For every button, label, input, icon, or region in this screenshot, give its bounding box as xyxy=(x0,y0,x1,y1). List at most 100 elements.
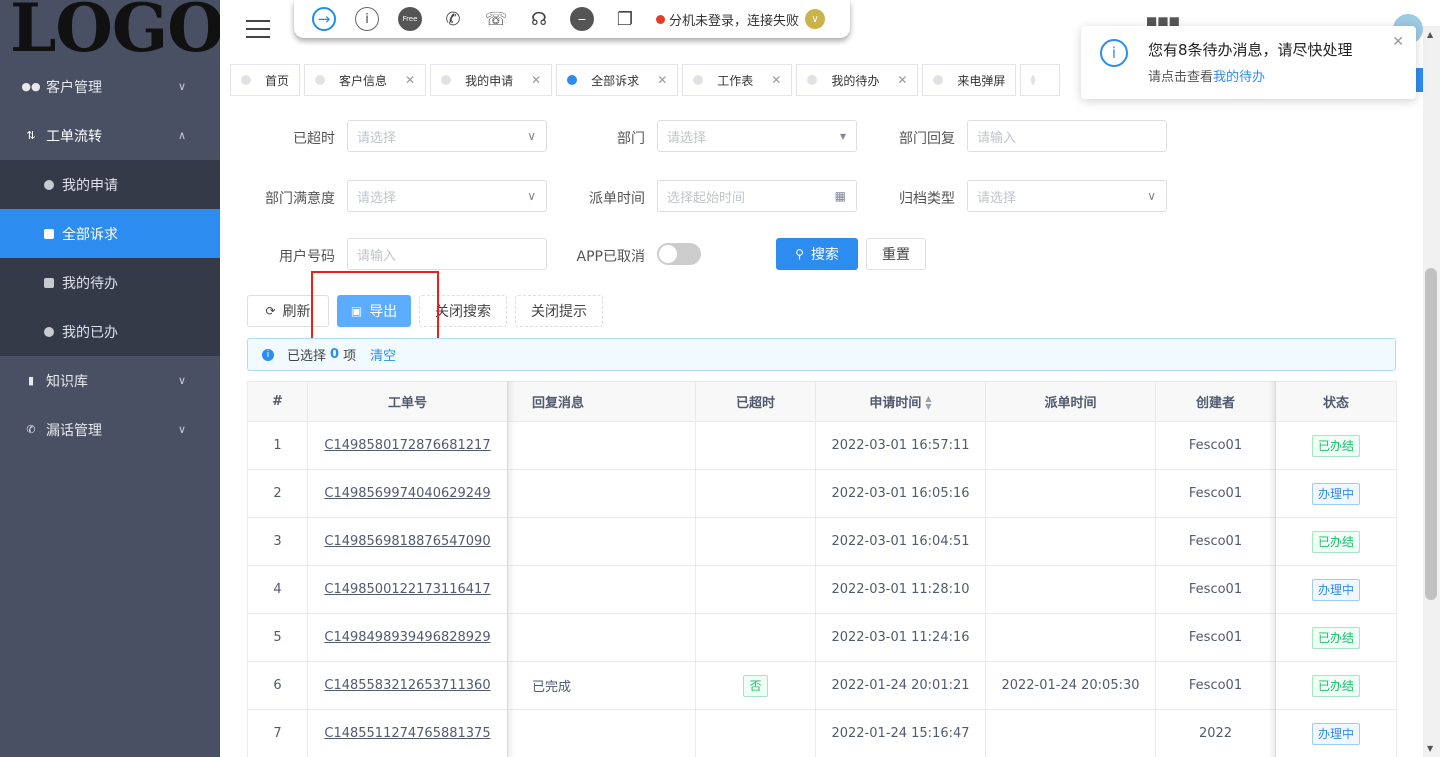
tab-more[interactable] xyxy=(1020,64,1061,96)
clear-selection-link[interactable]: 清空 xyxy=(370,345,396,364)
headset-icon[interactable]: ☊ xyxy=(527,7,551,31)
tab-label: 我的待办 xyxy=(831,73,880,88)
sidebar-subitem-label: 全部诉求 xyxy=(62,226,118,243)
sidebar-item-workflow[interactable]: ⇅ 工单流转 ∧ xyxy=(0,111,220,160)
chevron-down-icon: ∨ xyxy=(1147,189,1156,203)
dept-reply-input[interactable]: 请输入 xyxy=(967,120,1167,152)
sidebar-item-customer[interactable]: ●● 客户管理 ∨ xyxy=(0,62,220,111)
selection-count: 0 xyxy=(330,347,340,362)
tab-dot-icon xyxy=(807,75,818,85)
reset-button[interactable]: 重置 xyxy=(866,238,926,270)
tab-dot-icon xyxy=(567,75,578,85)
status-dot xyxy=(656,14,665,24)
cell-dispatch-time xyxy=(985,421,1156,470)
table-row[interactable]: 6 C1485583212653711360 已完成 否 2022-01-24 20:0… xyxy=(247,661,1397,710)
tab-label: 来电弹屏 xyxy=(957,73,1006,88)
transfer-call-icon[interactable]: ☏ xyxy=(484,7,508,31)
dispatch-time-label: 派单时间 xyxy=(589,191,645,207)
sidebar-subitem-all-requests[interactable]: 全部诉求 xyxy=(0,209,220,258)
workflow-icon: ⇅ xyxy=(26,129,36,142)
sidebar-item-label: 知识库 xyxy=(46,373,88,390)
dept-satisfaction-label: 部门满意度 xyxy=(265,191,335,207)
sidebar-item-missed-calls[interactable]: ✆ 漏话管理 ∨ xyxy=(0,405,220,454)
tab-all-requests[interactable]: 全部诉求 ✕ xyxy=(556,64,679,96)
tab-my-todo[interactable]: 我的待办 ✕ xyxy=(796,64,919,96)
cell-index: 2 xyxy=(247,469,308,518)
cell-reply xyxy=(507,517,696,566)
close-tips-button[interactable]: 关闭提示 xyxy=(515,295,603,327)
sidebar-subitem-my-apply[interactable]: 我的申请 xyxy=(0,160,220,209)
sidebar-item-knowledge[interactable]: ▮ 知识库 ∨ xyxy=(0,356,220,405)
dispatch-time-picker[interactable]: 选择起始时间 ▦ xyxy=(657,180,857,212)
menu-toggle-icon[interactable] xyxy=(246,20,270,38)
tab-home[interactable]: 首页 xyxy=(230,64,301,96)
app-cancelled-switch[interactable] xyxy=(657,243,701,265)
tab-customer-info[interactable]: 客户信息 ✕ xyxy=(304,64,427,96)
sort-icon[interactable]: ▲ ▼ xyxy=(925,395,931,411)
scroll-down-icon[interactable]: ▼ xyxy=(1427,744,1433,753)
overdue-select[interactable]: 请选择 ∨ xyxy=(347,120,547,152)
close-icon[interactable]: ✕ xyxy=(1392,34,1404,50)
close-icon[interactable]: ✕ xyxy=(897,73,907,87)
cell-apply-time: 2022-03-01 11:28:10 xyxy=(815,565,986,614)
table-header-row: # 工单号 回复消息 已超时 申请时间 ▲ ▼ 派单时间 创建者 状态 xyxy=(247,381,1397,422)
sidebar-subitem-my-todo[interactable]: 我的待办 xyxy=(0,258,220,307)
call-icon[interactable]: ✆ xyxy=(441,7,465,31)
cell-apply-time: 2022-01-24 20:01:21 xyxy=(815,661,986,710)
cell-work-order-no: C1498500122173116417 xyxy=(307,565,508,614)
logo: LOGO xyxy=(10,0,220,62)
chevron-down-icon: ∨ xyxy=(177,423,186,436)
user-phone-input[interactable]: 请输入 xyxy=(347,238,547,270)
table-row[interactable]: 1 C1498580172876681217 2022-03-01 16:57:11… xyxy=(247,421,1397,470)
table-row[interactable]: 4 C1498500122173116417 2022-03-01 11:28:10… xyxy=(247,565,1397,614)
cell-work-order-no: C1498580172876681217 xyxy=(307,421,508,470)
notification-link[interactable]: 我的待办 xyxy=(1213,70,1265,85)
work-order-link[interactable]: C1498498939496828929 xyxy=(324,630,490,645)
tab-worksheet[interactable]: 工作表 ✕ xyxy=(682,64,793,96)
tab-incoming-call[interactable]: 来电弹屏 xyxy=(922,64,1017,96)
search-button-label: 搜索 xyxy=(810,247,839,263)
info-icon: i xyxy=(262,348,274,361)
copy-icon[interactable]: ❐ xyxy=(613,7,637,31)
work-order-link[interactable]: C1498569974040629249 xyxy=(324,486,490,501)
work-order-link[interactable]: C1485583212653711360 xyxy=(324,678,490,693)
work-order-link[interactable]: C1498580172876681217 xyxy=(324,438,490,453)
cell-creator: Fesco01 xyxy=(1155,517,1276,566)
sidebar-subitem-my-done[interactable]: 我的已办 xyxy=(0,307,220,356)
chevron-down-icon[interactable]: ∨ xyxy=(805,9,826,29)
tab-label: 首页 xyxy=(265,73,290,88)
table-row[interactable]: 2 C1498569974040629249 2022-03-01 16:05:16… xyxy=(247,469,1397,518)
dept-satisfaction-select[interactable]: 请选择 ∨ xyxy=(347,180,547,212)
date-placeholder: 选择起始时间 xyxy=(667,190,746,206)
cell-creator: Fesco01 xyxy=(1155,469,1276,518)
info-icon[interactable]: i xyxy=(355,7,379,31)
table-row[interactable]: 3 C1498569818876547090 2022-03-01 16:04:51… xyxy=(247,517,1397,566)
work-order-link[interactable]: C1498500122173116417 xyxy=(324,582,490,597)
cell-dispatch-time xyxy=(985,517,1156,566)
dot-icon xyxy=(44,326,54,337)
free-icon[interactable]: Free xyxy=(398,7,422,31)
close-icon[interactable]: ✕ xyxy=(531,73,541,87)
book-icon: ▮ xyxy=(27,374,35,387)
close-icon[interactable]: ✕ xyxy=(771,73,781,87)
status-badge: 办理中 xyxy=(1311,722,1360,745)
scrollbar-thumb[interactable] xyxy=(1425,268,1437,600)
dot-icon xyxy=(44,179,54,190)
search-button[interactable]: ⚲ 搜索 xyxy=(776,238,858,270)
hangup-icon[interactable]: ‒ xyxy=(570,7,594,31)
status-badge: 办理中 xyxy=(1311,482,1360,505)
col-apply-time[interactable]: 申请时间 ▲ ▼ xyxy=(815,381,986,422)
dept-select[interactable]: 请选择 ▾ xyxy=(657,120,857,152)
cell-dispatch-time xyxy=(985,565,1156,614)
archive-type-select[interactable]: 请选择 ∨ xyxy=(967,180,1167,212)
work-order-link[interactable]: C1485511274765881375 xyxy=(324,726,490,741)
close-icon[interactable]: ✕ xyxy=(405,73,415,87)
cell-dispatch-time: 2022-01-24 20:05:30 xyxy=(985,661,1156,710)
table-row[interactable]: 5 C1498498939496828929 2022-03-01 11:24:16… xyxy=(247,613,1397,662)
tab-my-apply[interactable]: 我的申请 ✕ xyxy=(430,64,553,96)
work-order-link[interactable]: C1498569818876547090 xyxy=(324,534,490,549)
login-icon[interactable]: → xyxy=(312,7,336,31)
close-icon[interactable]: ✕ xyxy=(657,73,667,87)
table-row[interactable]: 7 C1485511274765881375 2022-01-24 15:16:47… xyxy=(247,709,1397,757)
scroll-up-icon[interactable]: ▲ xyxy=(1427,30,1433,39)
